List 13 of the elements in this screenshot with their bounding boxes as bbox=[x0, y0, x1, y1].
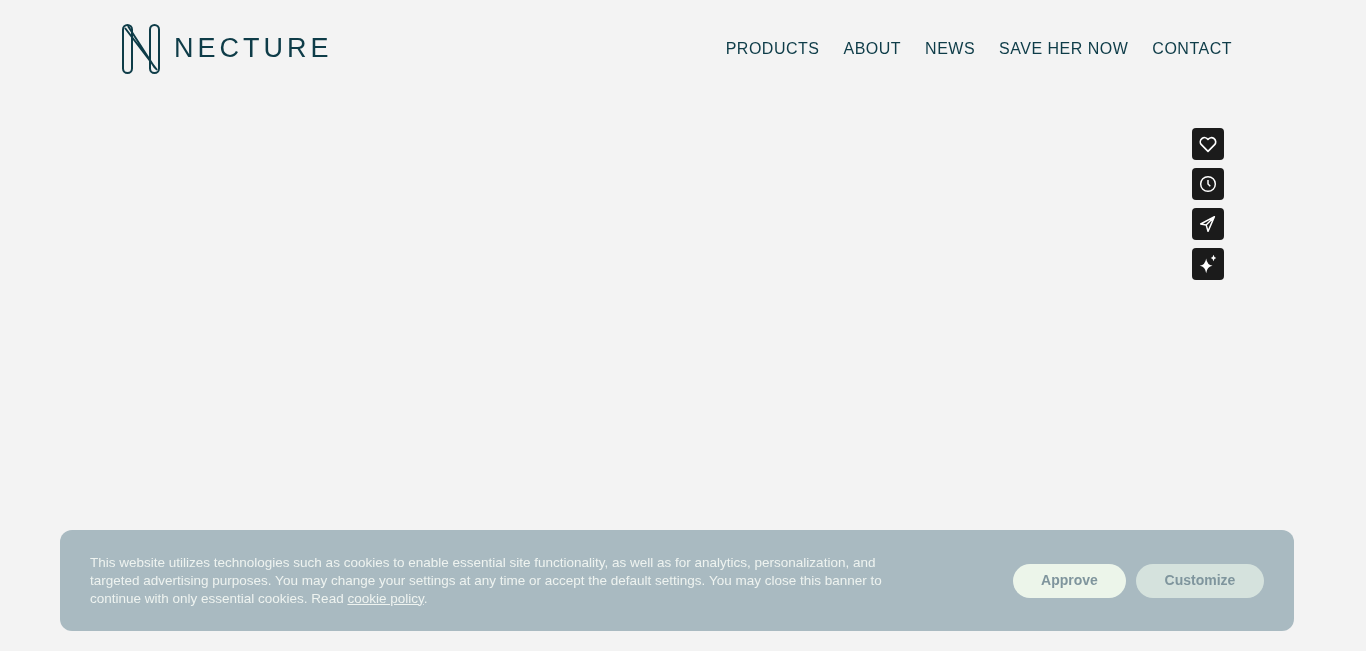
nav-link[interactable]: ABOUT bbox=[843, 36, 902, 61]
nav-link[interactable]: PRODUCTS bbox=[725, 36, 820, 61]
cookie-notice-text: This website utilizes technologies such as cookies to enable essential site functionality, as well as for analytics, personalization, and targeted advertising purposes. You may change your settings at any time or accept the default settings. You may close this banner to continue with only essential cookies. Read cookie policy. bbox=[90, 553, 883, 608]
clock-icon bbox=[1197, 173, 1219, 195]
heart-button[interactable] bbox=[1192, 128, 1224, 160]
nav-link[interactable]: CONTACT bbox=[1152, 36, 1232, 61]
logo-text[interactable]: NECTURE bbox=[174, 28, 333, 69]
clock-button[interactable] bbox=[1192, 168, 1224, 200]
sparkle-button[interactable] bbox=[1192, 248, 1224, 280]
paper-plane-button[interactable] bbox=[1192, 208, 1224, 240]
nav-link[interactable]: SAVE HER NOW bbox=[999, 36, 1129, 61]
logo-icon[interactable] bbox=[122, 23, 160, 74]
nav-link[interactable]: NEWS bbox=[925, 36, 976, 61]
